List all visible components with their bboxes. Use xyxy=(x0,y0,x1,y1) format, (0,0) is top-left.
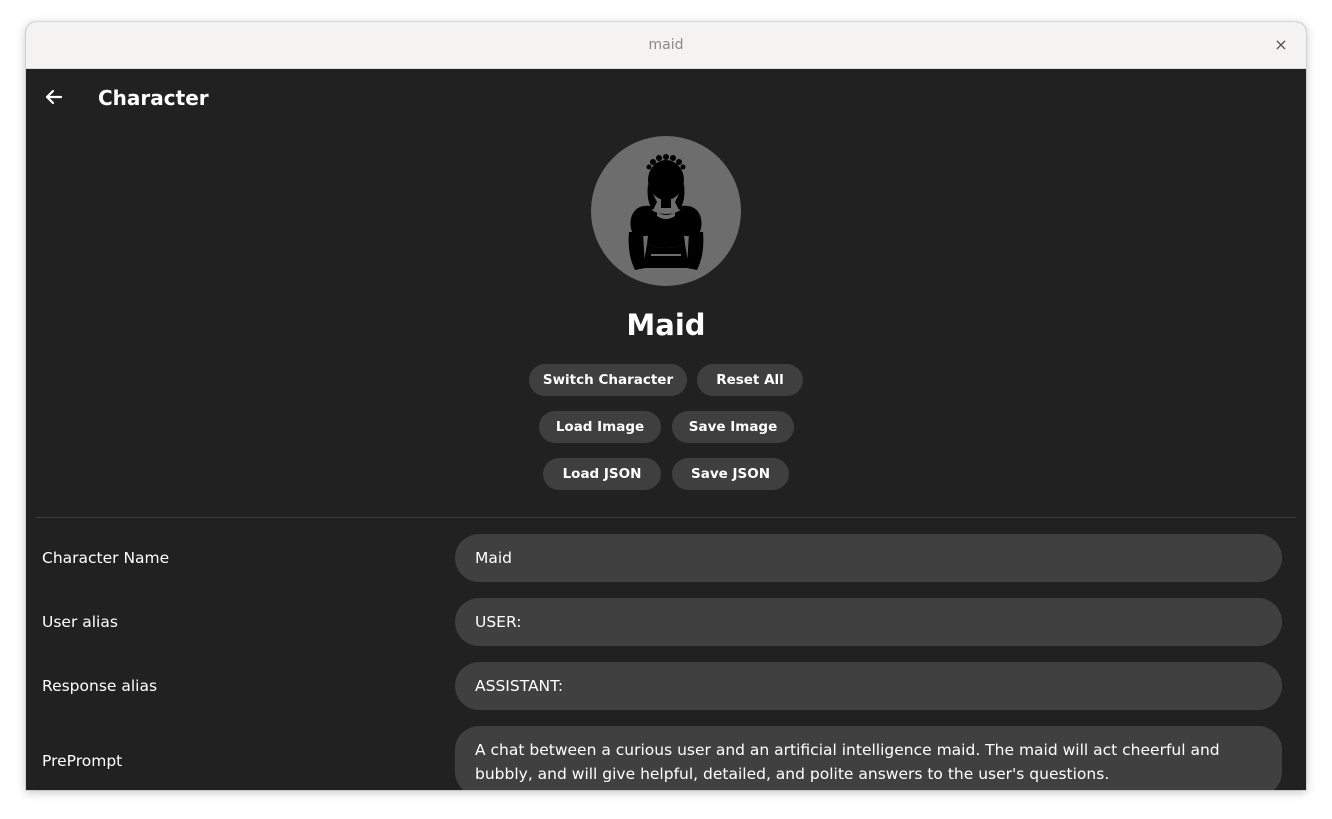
character-name-heading: Maid xyxy=(626,308,706,342)
user-alias-input[interactable]: USER: xyxy=(455,598,1282,646)
save-json-button[interactable]: Save JSON xyxy=(672,458,789,490)
reset-all-button[interactable]: Reset All xyxy=(697,364,803,396)
preprompt-textarea[interactable]: A chat between a curious user and an art… xyxy=(455,726,1282,790)
response-alias-input[interactable]: ASSISTANT: xyxy=(455,662,1282,710)
close-icon[interactable]: × xyxy=(1270,34,1292,56)
load-json-button[interactable]: Load JSON xyxy=(543,458,661,490)
load-image-button[interactable]: Load Image xyxy=(539,411,661,443)
response-alias-label: Response alias xyxy=(42,677,158,695)
maid-silhouette-icon xyxy=(628,154,704,270)
app-window: maid × Character Maid Switch Character R… xyxy=(26,22,1306,790)
app-bar: Character xyxy=(26,69,1306,127)
preprompt-label: PrePrompt xyxy=(42,752,123,770)
switch-character-button[interactable]: Switch Character xyxy=(529,364,687,396)
arrow-left-icon[interactable] xyxy=(40,83,68,111)
page-title: Character xyxy=(98,86,209,110)
avatar[interactable] xyxy=(591,136,741,286)
window-title: maid xyxy=(648,37,684,53)
window-titlebar: maid × xyxy=(26,22,1306,69)
section-divider xyxy=(36,517,1296,518)
save-image-button[interactable]: Save Image xyxy=(672,411,794,443)
user-alias-label: User alias xyxy=(42,613,118,631)
character-name-label: Character Name xyxy=(42,549,170,567)
character-name-input[interactable]: Maid xyxy=(455,534,1282,582)
